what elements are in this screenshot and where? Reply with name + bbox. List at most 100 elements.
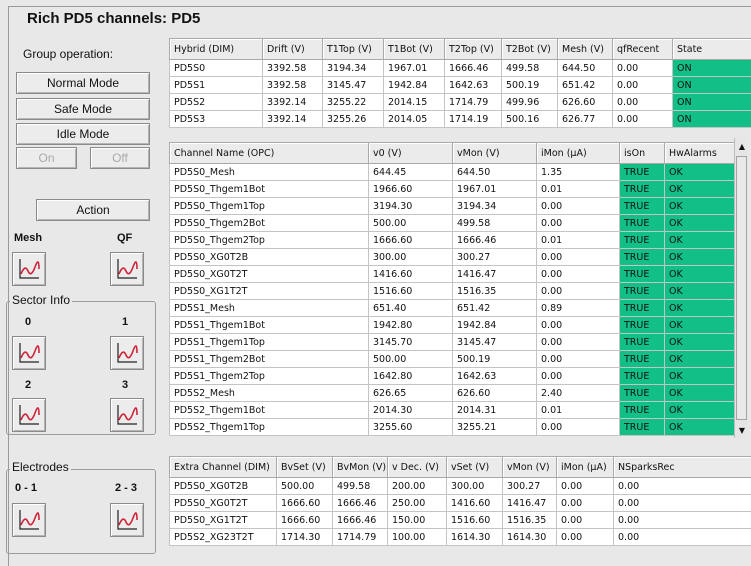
off-button[interactable]: Off xyxy=(90,147,150,169)
table-cell: TRUE xyxy=(620,351,665,368)
column-header[interactable]: State xyxy=(673,39,751,60)
column-header[interactable]: iMon (µA) xyxy=(557,457,614,478)
table-row[interactable]: PD5S0_Thgem2Top1666.601666.460.01TRUEOK xyxy=(170,232,735,249)
table-row[interactable]: PD5S1_Mesh651.40651.420.89TRUEOK xyxy=(170,300,735,317)
column-header[interactable]: Channel Name (OPC) xyxy=(170,143,369,164)
column-header[interactable]: qfRecent xyxy=(613,39,673,60)
table-cell: 250.00 xyxy=(388,495,447,512)
extra-channel-table: Extra Channel (DIM)BvSet (V)BvMon (V)v D… xyxy=(169,456,751,546)
table-cell: 200.00 xyxy=(388,478,447,495)
column-header[interactable]: T2Bot (V) xyxy=(502,39,558,60)
mesh-trend-button[interactable] xyxy=(12,252,46,286)
table-cell: 1416.60 xyxy=(447,495,503,512)
electrodes-01-trend-button[interactable] xyxy=(12,503,46,537)
table-cell: ON xyxy=(673,111,751,128)
table-cell: PD5S1_Thgem1Top xyxy=(170,334,369,351)
table-cell: TRUE xyxy=(620,334,665,351)
column-header[interactable]: T2Top (V) xyxy=(445,39,502,60)
column-header[interactable]: v0 (V) xyxy=(369,143,453,164)
table-cell: 1642.63 xyxy=(453,368,537,385)
table-row[interactable]: PD5S2_Thgem1Top3255.603255.210.00TRUEOK xyxy=(170,419,735,436)
column-header[interactable]: Hybrid (DIM) xyxy=(170,39,263,60)
table-row[interactable]: PD5S2_Mesh626.65626.602.40TRUEOK xyxy=(170,385,735,402)
table-row[interactable]: PD5S33392.143255.262014.051714.19500.166… xyxy=(170,111,751,128)
table-row[interactable]: PD5S0_XG1T2T1516.601516.350.00TRUEOK xyxy=(170,283,735,300)
table-cell: OK xyxy=(665,300,735,317)
table-cell: PD5S0_Thgem2Bot xyxy=(170,215,369,232)
column-header[interactable]: v Dec. (V) xyxy=(388,457,447,478)
scroll-down-arrow-icon[interactable]: ▼ xyxy=(737,425,747,435)
table-cell: 150.00 xyxy=(388,512,447,529)
table-cell: PD5S2_XG23T2T xyxy=(170,529,277,546)
qf-trend-button[interactable] xyxy=(110,252,144,286)
table-row[interactable]: PD5S0_Thgem1Top3194.303194.340.00TRUEOK xyxy=(170,198,735,215)
column-header[interactable]: vMon (V) xyxy=(503,457,557,478)
table-row[interactable]: PD5S2_XG23T2T1714.301714.79100.001614.30… xyxy=(170,529,751,546)
table-cell: 1642.80 xyxy=(369,368,453,385)
table-cell: PD5S0_XG1T2T xyxy=(170,283,369,300)
table-row[interactable]: PD5S0_XG0T2B500.00499.58200.00300.00300.… xyxy=(170,478,751,495)
table-cell: 0.01 xyxy=(537,181,620,198)
table-cell: 644.45 xyxy=(369,164,453,181)
table-row[interactable]: PD5S23392.143255.222014.151714.79499.966… xyxy=(170,94,751,111)
table-cell: 1516.60 xyxy=(447,512,503,529)
table-cell: PD5S2_Thgem1Top xyxy=(170,419,369,436)
table-row[interactable]: PD5S0_Thgem1Bot1966.601967.010.01TRUEOK xyxy=(170,181,735,198)
column-header[interactable]: isOn xyxy=(620,143,665,164)
sector-0-trend-button[interactable] xyxy=(12,336,46,370)
action-button[interactable]: Action xyxy=(36,199,150,221)
electrodes-title: Electrodes xyxy=(10,460,71,474)
column-header[interactable]: vMon (V) xyxy=(453,143,537,164)
table-cell: 0.00 xyxy=(537,198,620,215)
column-header[interactable]: Extra Channel (DIM) xyxy=(170,457,277,478)
table-cell: 1666.46 xyxy=(453,232,537,249)
table-row[interactable]: PD5S1_Thgem1Top3145.703145.470.00TRUEOK xyxy=(170,334,735,351)
table-cell: 1714.79 xyxy=(445,94,502,111)
table-row[interactable]: PD5S0_XG0T2B300.00300.270.00TRUEOK xyxy=(170,249,735,266)
table-cell: 1666.46 xyxy=(333,495,388,512)
electrodes-23-trend-button[interactable] xyxy=(110,503,144,537)
table-row[interactable]: PD5S1_Thgem2Top1642.801642.630.00TRUEOK xyxy=(170,368,735,385)
table-row[interactable]: PD5S13392.583145.471942.841642.63500.196… xyxy=(170,77,751,94)
table-cell: TRUE xyxy=(620,402,665,419)
column-header[interactable]: T1Bot (V) xyxy=(384,39,445,60)
table-cell: OK xyxy=(665,181,735,198)
table-row[interactable]: PD5S03392.583194.341967.011666.46499.586… xyxy=(170,60,751,77)
table-cell: TRUE xyxy=(620,385,665,402)
normal-mode-button[interactable]: Normal Mode xyxy=(16,72,150,94)
sector-1-trend-button[interactable] xyxy=(110,336,144,370)
column-header[interactable]: T1Top (V) xyxy=(323,39,384,60)
table-cell: 1942.80 xyxy=(369,317,453,334)
table-row[interactable]: PD5S0_XG1T2T1666.601666.46150.001516.601… xyxy=(170,512,751,529)
table-cell: 3194.34 xyxy=(453,198,537,215)
column-header[interactable]: iMon (µA) xyxy=(537,143,620,164)
table-cell: PD5S1_Thgem2Bot xyxy=(170,351,369,368)
column-header[interactable]: Mesh (V) xyxy=(558,39,613,60)
column-header[interactable]: vSet (V) xyxy=(447,457,503,478)
scroll-thumb[interactable] xyxy=(736,156,747,420)
sector-label-0: 0 xyxy=(25,316,31,328)
sector-2-trend-button[interactable] xyxy=(12,398,46,432)
table-row[interactable]: PD5S0_XG0T2T1416.601416.470.00TRUEOK xyxy=(170,266,735,283)
table-row[interactable]: PD5S2_Thgem1Bot2014.302014.310.01TRUEOK xyxy=(170,402,735,419)
scroll-up-arrow-icon[interactable]: ▲ xyxy=(737,141,747,151)
channel-table-scrollbar[interactable]: ▲ ▼ xyxy=(734,138,748,438)
column-header[interactable]: HwAlarms xyxy=(665,143,735,164)
sector-3-trend-button[interactable] xyxy=(110,398,144,432)
column-header[interactable]: BvMon (V) xyxy=(333,457,388,478)
column-header[interactable]: BvSet (V) xyxy=(277,457,333,478)
table-row[interactable]: PD5S1_Thgem1Bot1942.801942.840.00TRUEOK xyxy=(170,317,735,334)
column-header[interactable]: Drift (V) xyxy=(263,39,323,60)
on-button[interactable]: On xyxy=(16,147,77,169)
safe-mode-button[interactable]: Safe Mode xyxy=(16,98,150,120)
column-header[interactable]: NSparksRec xyxy=(614,457,751,478)
idle-mode-button[interactable]: Idle Mode xyxy=(16,123,150,145)
table-row[interactable]: PD5S1_Thgem2Bot500.00500.190.00TRUEOK xyxy=(170,351,735,368)
table-row[interactable]: PD5S0_Thgem2Bot500.00499.580.00TRUEOK xyxy=(170,215,735,232)
table-row[interactable]: PD5S0_XG0T2T1666.601666.46250.001416.601… xyxy=(170,495,751,512)
table-cell: 3194.34 xyxy=(323,60,384,77)
table-cell: OK xyxy=(665,283,735,300)
trend-chart-icon xyxy=(18,404,40,426)
table-row[interactable]: PD5S0_Mesh644.45644.501.35TRUEOK xyxy=(170,164,735,181)
table-cell: OK xyxy=(665,334,735,351)
